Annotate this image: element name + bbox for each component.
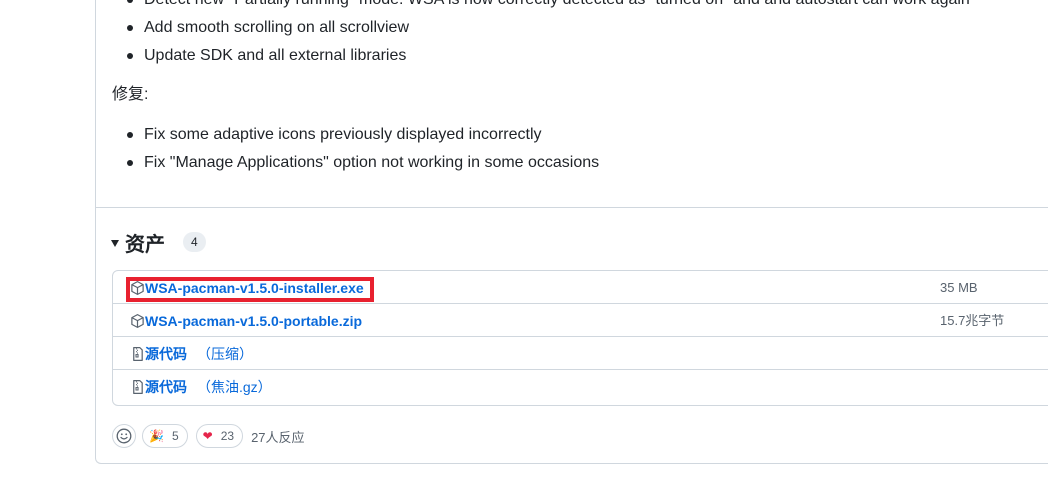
feature-list: Detect new "Partially running" mode: WSA…: [126, 0, 970, 70]
list-item: Update SDK and all external libraries: [126, 42, 970, 70]
reaction-tada-button[interactable]: 🎉 5: [142, 424, 188, 448]
list-item: Fix some adaptive icons previously displ…: [126, 121, 599, 149]
divider: [96, 207, 1048, 208]
asset-row: WSA-pacman-v1.5.0-portable.zip 15.7兆字节: [113, 304, 1048, 337]
reaction-count: 5: [171, 429, 179, 443]
file-zip-icon: [133, 380, 143, 394]
fix-list: Fix some adaptive icons previously displ…: [126, 121, 599, 177]
list-item: Detect new "Partially running" mode: WSA…: [126, 0, 970, 14]
tada-icon: 🎉: [149, 429, 164, 443]
package-icon: [131, 314, 144, 328]
reactions-summary: 27人反应: [251, 429, 305, 445]
assets-count-badge: 4: [183, 232, 206, 252]
list-item: Add smooth scrolling on all scrollview: [126, 14, 970, 42]
file-zip-icon: [133, 347, 143, 361]
reaction-count: 23: [220, 429, 235, 443]
asset-size: 35 MB: [940, 280, 978, 295]
add-reaction-button[interactable]: [112, 424, 136, 448]
reactions-bar: 🎉 5 ❤ 23 27人反应: [112, 423, 305, 449]
assets-toggle[interactable]: 资产 4: [111, 228, 206, 256]
reaction-heart-button[interactable]: ❤ 23: [195, 424, 244, 448]
list-item: Fix "Manage Applications" option not wor…: [126, 149, 599, 177]
caret-down-icon: [111, 239, 119, 247]
asset-download-link[interactable]: WSA-pacman-v1.5.0-portable.zip: [145, 312, 362, 330]
asset-row: 源代码 （焦油.gz）: [113, 370, 1048, 403]
fix-heading: 修复:: [112, 86, 149, 103]
source-code-targz-link[interactable]: 源代码 （焦油.gz）: [145, 378, 272, 396]
assets-title: 资产: [125, 233, 165, 256]
heart-icon: ❤: [202, 429, 213, 443]
source-code-zip-link[interactable]: 源代码 （压缩）: [145, 345, 253, 363]
smiley-icon: [116, 428, 132, 444]
highlight-annotation: [126, 277, 374, 302]
asset-row: 源代码 （压缩）: [113, 337, 1048, 370]
asset-size: 15.7兆字节: [940, 313, 1005, 328]
